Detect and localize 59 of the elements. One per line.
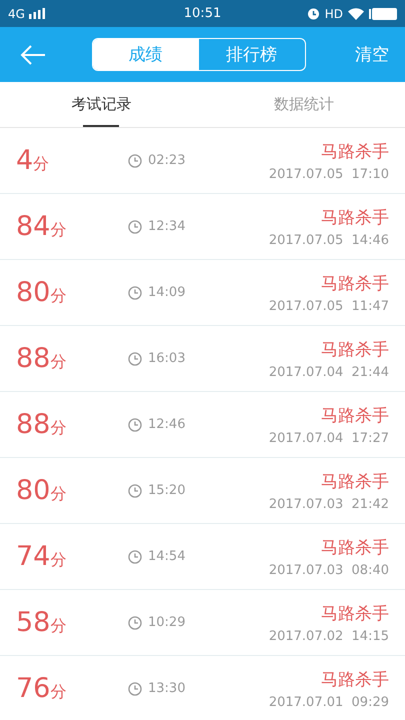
clock-icon [128,352,142,366]
user-name: 马路杀手 [321,536,389,558]
date-text: 2017.07.03 21:42 [268,496,389,512]
hd-label: HD [324,6,344,20]
date-text: 2017.07.02 14:15 [268,628,389,644]
clock-icon [128,682,142,696]
date-text: 2017.07.04 21:44 [268,364,389,380]
score-label: 4分 [16,145,50,176]
user-name: 马路杀手 [321,206,389,228]
clock-icon [128,220,142,234]
score-label: 76分 [16,673,66,704]
duration-text: 14:54 [148,549,186,564]
clock-icon [128,550,142,564]
alarm-icon [306,7,320,20]
user-name: 马路杀手 [321,140,389,162]
clock-time: 10:51 [184,6,222,21]
wifi-icon [348,8,364,20]
user-name: 马路杀手 [321,602,389,624]
score-label: 74分 [16,541,66,572]
user-name: 马路杀手 [321,404,389,426]
score-label: 88分 [16,409,66,440]
duration-text: 14:09 [148,285,186,300]
date-text: 2017.07.04 17:27 [268,430,389,446]
user-name: 马路杀手 [321,272,389,294]
date-text: 2017.07.05 14:46 [268,232,389,248]
clock-icon [128,286,142,300]
date-text: 2017.07.03 08:40 [268,562,389,578]
clock-icon [128,418,142,432]
duration-text: 15:20 [148,483,186,498]
clock-icon [128,154,142,168]
user-name: 马路杀手 [321,470,389,492]
network-label: 4G [8,6,25,20]
score-label: 80分 [16,277,66,308]
score-label: 80分 [16,475,66,506]
segment-tab[interactable]: 成绩 [92,39,198,70]
tab[interactable]: 数据统计 [202,82,405,127]
user-name: 马路杀手 [321,668,389,690]
battery-icon [369,8,398,20]
date-text: 2017.07.05 17:10 [268,166,389,182]
clock-icon [128,484,142,498]
duration-text: 02:23 [148,153,186,168]
score-label: 88分 [16,343,66,374]
signal-icon [28,8,45,19]
duration-text: 10:29 [148,615,186,630]
segment-tab[interactable]: 排行榜 [198,39,304,70]
user-name: 马路杀手 [321,338,389,360]
date-text: 2017.07.05 11:47 [268,298,389,314]
date-text: 2017.07.01 09:29 [268,694,389,710]
clock-icon [128,616,142,630]
duration-text: 13:30 [148,681,186,696]
score-label: 84分 [16,211,66,242]
duration-text: 16:03 [148,351,186,366]
tab-indicator [83,125,120,127]
clear-button[interactable]: 清空 [351,43,393,66]
duration-text: 12:46 [148,417,186,432]
score-label: 58分 [16,607,66,638]
tab[interactable]: 考试记录 [0,82,202,127]
back-icon[interactable] [20,44,46,64]
duration-text: 12:34 [148,219,186,234]
